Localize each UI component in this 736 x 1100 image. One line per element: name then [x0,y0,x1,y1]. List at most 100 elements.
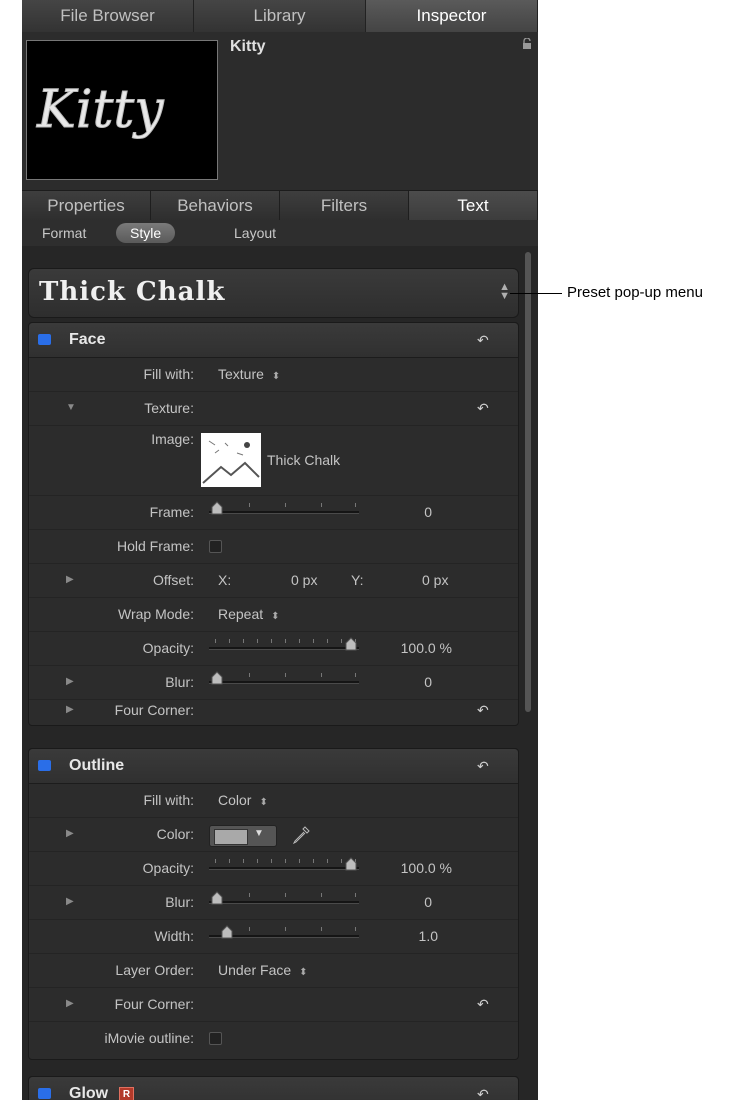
glow-header: Glow R ↶ [29,1077,518,1100]
face-enable-checkbox[interactable] [38,334,51,345]
subtab-layout[interactable]: Layout [220,223,290,243]
layer-order-popup[interactable]: Under Face ⬍ [218,953,308,990]
subtab-style[interactable]: Style [116,223,176,243]
tab-file-browser[interactable]: File Browser [22,0,194,32]
outline-enable-checkbox[interactable] [38,760,51,771]
preset-name: Thick Chalk [39,277,226,307]
lock-icon[interactable] [522,38,532,50]
outline-width-row: Width: 1.0 [29,919,518,954]
tab-library[interactable]: Library [194,0,366,32]
slider-ticks [209,503,359,509]
callout-line [510,293,562,294]
slider-knob-icon[interactable] [211,891,223,905]
color-well[interactable]: ▼ [209,825,277,847]
inspector-tabs: Properties Behaviors Filters Text [22,190,538,222]
tab-behaviors[interactable]: Behaviors [151,191,280,221]
slider-knob-icon[interactable] [345,857,357,871]
opacity-slider[interactable] [209,647,359,650]
layer-order-label: Layer Order: [115,962,194,978]
face-four-corner-row: ▶ Four Corner: ↶ [29,693,518,727]
four-corner-label: Four Corner: [114,702,194,718]
tab-filters[interactable]: Filters [280,191,409,221]
frame-value[interactable]: 0 [424,495,432,529]
face-header: Face ↶ [29,323,518,358]
color-label: Color: [156,826,194,842]
outline-layer-order-row: Layer Order: Under Face ⬍ [29,953,518,988]
imovie-outline-checkbox[interactable] [209,1032,222,1045]
glow-enable-checkbox[interactable] [38,1088,51,1099]
fill-with-popup[interactable]: Color ⬍ [218,783,268,820]
blur-slider[interactable] [209,901,359,904]
preset-popup-menu[interactable]: Thick Chalk ▲ ▼ [28,268,519,318]
disclosure-open-icon[interactable]: ▼ [66,391,76,425]
popup-arrows-icon: ⬍ [259,797,268,808]
slider-knob-icon[interactable] [345,637,357,651]
face-group: Face ↶ Fill with: Texture ⬍ ▼ Texture: ↶ … [28,322,519,726]
tab-properties[interactable]: Properties [22,191,151,221]
face-hold-frame-row: Hold Frame: [29,529,518,564]
text-sub-tabs: Format Style Layout [22,220,538,247]
hold-frame-label: Hold Frame: [116,538,194,554]
reset-icon[interactable]: ↶ [477,1087,491,1100]
opacity-value[interactable]: 100.0 % [401,851,452,885]
outline-group: Outline ↶ Fill with: Color ⬍ ▶ Color: ▼ O… [28,748,519,1060]
popup-arrows-icon: ⬍ [299,967,308,978]
fill-with-label: Fill with: [143,792,194,808]
popup-arrows-icon: ⬍ [271,371,281,382]
frame-slider[interactable] [209,511,359,514]
opacity-slider[interactable] [209,867,359,870]
disclosure-closed-icon[interactable]: ▶ [66,693,74,727]
tab-text[interactable]: Text [409,191,538,221]
eyedropper-icon[interactable] [291,825,311,845]
disclosure-closed-icon[interactable]: ▶ [66,563,74,597]
blur-slider[interactable] [209,681,359,684]
reset-icon[interactable]: ↶ [477,997,491,1011]
outline-imovie-row: iMovie outline: [29,1021,518,1055]
hold-frame-checkbox[interactable] [209,540,222,553]
callout-label: Preset pop-up menu [567,284,703,301]
tab-inspector[interactable]: Inspector [366,0,538,32]
subtab-format[interactable]: Format [28,223,100,243]
reset-icon[interactable]: ↶ [477,333,491,347]
slider-knob-icon[interactable] [221,925,233,939]
scrollbar[interactable] [525,252,531,712]
fill-with-label: Fill with: [143,366,194,382]
slider-ticks [209,673,359,679]
opacity-label: Opacity: [142,860,194,876]
chevron-down-icon: ▼ [254,828,264,839]
slider-knob-icon[interactable] [211,501,223,515]
thumbnail-text: Kitty [36,80,164,140]
disclosure-closed-icon[interactable]: ▶ [66,885,74,919]
object-name: Kitty [230,38,266,55]
reset-icon[interactable]: ↶ [477,759,491,773]
color-swatch [214,829,248,845]
opacity-value[interactable]: 100.0 % [401,631,452,665]
fill-with-popup[interactable]: Texture ⬍ [218,357,280,394]
glow-title: Glow [69,1085,109,1100]
reset-icon[interactable]: ↶ [477,703,491,717]
wrap-mode-popup[interactable]: Repeat ⬍ [218,597,280,634]
browser-tabs: File Browser Library Inspector [22,0,538,33]
disclosure-closed-icon[interactable]: ▶ [66,987,74,1021]
texture-label: Texture: [144,400,194,416]
outline-title: Outline [69,757,125,774]
face-image-row: Image: Thick Chalk [29,425,518,496]
face-offset-row: ▶ Offset: X: 0 px Y: 0 px [29,563,518,598]
slider-knob-icon[interactable] [211,671,223,685]
texture-image-well[interactable] [201,433,261,487]
popup-arrows-icon: ▲ ▼ [499,281,510,302]
offset-y-value[interactable]: 0 px [422,563,448,597]
rig-badge-icon: R [119,1087,134,1100]
offset-x-value[interactable]: 0 px [291,563,317,597]
disclosure-closed-icon[interactable]: ▶ [66,817,74,851]
reset-icon[interactable]: ↶ [477,401,491,415]
chalk-text-image: Kitty [36,80,165,141]
popup-arrows-icon: ⬍ [271,611,280,622]
imovie-outline-label: iMovie outline: [104,1030,195,1046]
blur-value[interactable]: 0 [424,885,432,919]
wrap-mode-label: Wrap Mode: [118,606,194,622]
image-label: Image: [151,431,194,447]
slider-ticks [209,639,359,645]
offset-label: Offset: [153,572,194,588]
width-value[interactable]: 1.0 [419,919,438,953]
